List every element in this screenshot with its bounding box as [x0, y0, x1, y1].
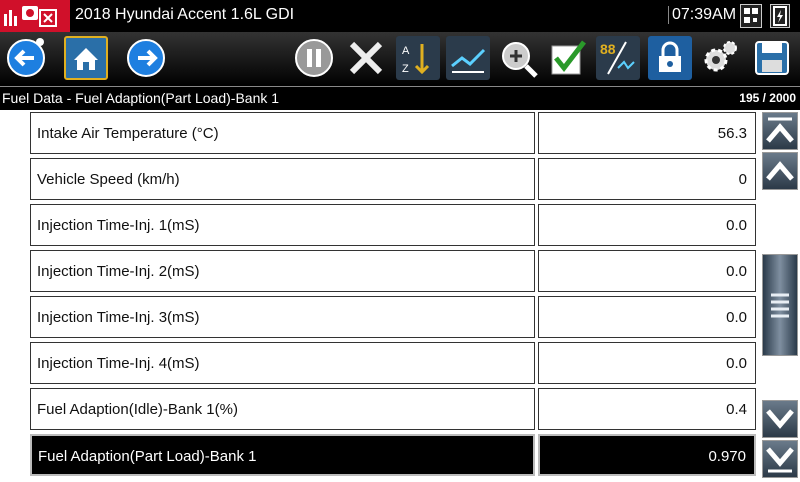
pid-value-cell: 0.970 [538, 434, 756, 476]
pid-label-cell: Injection Time-Inj. 2(mS) [30, 250, 535, 292]
svg-text:Z: Z [402, 63, 409, 75]
pid-label-cell: Fuel Adaption(Part Load)-Bank 1 [30, 434, 535, 476]
list-item[interactable]: Injection Time-Inj. 4(mS) 0.0 [30, 342, 758, 386]
pid-label-cell: Injection Time-Inj. 3(mS) [30, 296, 535, 338]
check-icon[interactable] [546, 36, 590, 80]
vehicle-title: 2018 Hyundai Accent 1.6L GDI [75, 6, 295, 23]
home-icon[interactable] [64, 36, 108, 80]
list-item[interactable]: Fuel Adaption(Idle)-Bank 1(%) 0.4 [30, 388, 758, 432]
sort-icon[interactable]: AZ [396, 36, 440, 80]
chevron-down-icon [766, 409, 794, 429]
pid-value: 0 [738, 171, 747, 188]
pause-icon[interactable] [292, 36, 336, 80]
scroll-down-button[interactable] [762, 400, 798, 438]
pid-value-cell: 0.0 [538, 342, 756, 384]
pid-value-cell: 0.0 [538, 250, 756, 292]
double-chevron-down-icon [766, 447, 794, 473]
list-item[interactable]: Injection Time-Inj. 3(mS) 0.0 [30, 296, 758, 340]
units-icon[interactable]: 88 [596, 36, 640, 80]
pid-label-cell: Fuel Adaption(Idle)-Bank 1(%) [30, 388, 535, 430]
pid-label-cell: Vehicle Speed (km/h) [30, 158, 535, 200]
pid-value-cell: 56.3 [538, 112, 756, 154]
pid-label: Injection Time-Inj. 4(mS) [37, 355, 200, 372]
double-chevron-up-icon [766, 117, 794, 143]
pid-value: 0.0 [726, 309, 747, 326]
toolbar: AZ 88 [0, 32, 800, 86]
pid-label: Fuel Adaption(Idle)-Bank 1(%) [37, 401, 238, 418]
list-item[interactable]: Intake Air Temperature (°C) 56.3 [30, 112, 758, 156]
chevron-up-icon [766, 161, 794, 181]
pid-value: 0.970 [708, 448, 746, 465]
back-icon[interactable] [4, 36, 48, 80]
pid-value-cell: 0.4 [538, 388, 756, 430]
close-icon[interactable] [344, 36, 388, 80]
pid-label: Vehicle Speed (km/h) [37, 171, 180, 188]
data-header: Fuel Data - Fuel Adaption(Part Load)-Ban… [0, 86, 800, 110]
page-title: Fuel Data - Fuel Adaption(Part Load)-Ban… [2, 90, 280, 106]
lock-icon[interactable] [648, 36, 692, 80]
pid-label-cell: Injection Time-Inj. 1(mS) [30, 204, 535, 246]
pid-value: 0.4 [726, 401, 747, 418]
list-item[interactable]: Injection Time-Inj. 1(mS) 0.0 [30, 204, 758, 248]
scroll-bottom-button[interactable] [762, 440, 798, 478]
settings-icon[interactable] [698, 36, 742, 80]
svg-text:88: 88 [600, 41, 616, 57]
svg-text:A: A [402, 45, 410, 57]
pid-value: 56.3 [717, 125, 747, 142]
scroll-up-button[interactable] [762, 152, 798, 190]
pid-label: Fuel Adaption(Part Load)-Bank 1 [38, 448, 257, 465]
pid-label-cell: Intake Air Temperature (°C) [30, 112, 535, 154]
graph-icon[interactable] [446, 36, 490, 80]
zoom-icon[interactable] [496, 36, 540, 80]
forward-icon[interactable] [124, 36, 168, 80]
pid-value-cell: 0.0 [538, 204, 756, 246]
scroll-top-button[interactable] [762, 112, 798, 150]
clock-time: 07:39AM [668, 6, 736, 24]
qr-icon[interactable] [740, 4, 762, 28]
list-item-selected[interactable]: Fuel Adaption(Part Load)-Bank 1 0.970 [30, 434, 758, 478]
pid-label: Intake Air Temperature (°C) [37, 125, 219, 142]
pid-value: 0.0 [726, 217, 747, 234]
pid-label: Injection Time-Inj. 2(mS) [37, 263, 200, 280]
battery-icon [770, 4, 790, 28]
record-counter: 195 / 2000 [739, 91, 796, 105]
pid-value: 0.0 [726, 263, 747, 280]
pid-label: Injection Time-Inj. 1(mS) [37, 217, 200, 234]
pid-value-cell: 0.0 [538, 296, 756, 338]
title-bar: 2018 Hyundai Accent 1.6L GDI 07:39AM [0, 0, 800, 32]
pid-value: 0.0 [726, 355, 747, 372]
save-icon[interactable] [750, 36, 794, 80]
scrollbar-thumb[interactable] [762, 254, 798, 356]
list-item[interactable]: Injection Time-Inj. 2(mS) 0.0 [30, 250, 758, 294]
pid-value-cell: 0 [538, 158, 756, 200]
pid-label: Injection Time-Inj. 3(mS) [37, 309, 200, 326]
pid-label-cell: Injection Time-Inj. 4(mS) [30, 342, 535, 384]
list-item[interactable]: Vehicle Speed (km/h) 0 [30, 158, 758, 202]
brand-logo-icon [0, 0, 70, 32]
